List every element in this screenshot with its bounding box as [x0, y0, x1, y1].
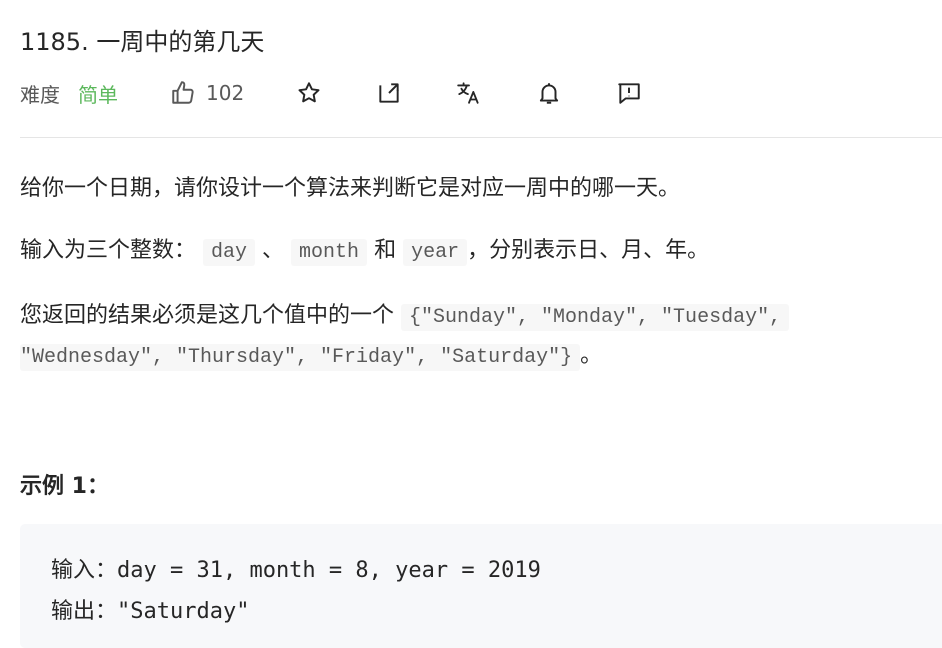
example-title: 示例 1： [20, 474, 109, 499]
p2-text: 输入为三个整数： [20, 238, 197, 263]
feedback-icon[interactable] [616, 80, 642, 106]
like-count: 102 [206, 81, 245, 105]
example-output: 输出："Saturday" [51, 599, 250, 624]
thumbs-up-icon [172, 81, 194, 104]
example-input: 输入：day = 31, month = 8, year = 2019 [51, 558, 541, 583]
difficulty-badge: 简单 [78, 82, 118, 107]
description-paragraph-1: 给你一个日期，请你设计一个算法来判断它是对应一周中的哪一天。 [20, 176, 681, 201]
code-values-line1: {"Sunday", "Monday", "Tuesday", [401, 304, 790, 331]
p3-suffix: 。 [580, 343, 603, 368]
code-day: day [203, 239, 256, 266]
difficulty-label: 难度 [20, 82, 60, 107]
problem-toolbar: 难度 简单 102 [20, 78, 642, 108]
share-icon[interactable] [376, 80, 402, 106]
example-code-block: 输入：day = 31, month = 8, year = 2019 输出："S… [20, 524, 942, 648]
code-year: year [403, 239, 468, 266]
translate-icon[interactable] [456, 80, 482, 106]
p3-text: 您返回的结果必须是这几个值中的一个 [20, 303, 395, 328]
code-values-line2: "Wednesday", "Thursday", "Friday", "Satu… [20, 344, 581, 371]
description-paragraph-3: 您返回的结果必须是这几个值中的一个 {"Sunday", "Monday", "… [20, 297, 790, 331]
p2-suffix: ，分别表示日、月、年。 [467, 238, 710, 263]
code-month: month [291, 239, 368, 266]
bell-icon[interactable] [536, 80, 562, 106]
star-icon[interactable] [296, 80, 322, 106]
problem-title: 1185. 一周中的第几天 [20, 28, 265, 56]
header-divider [20, 137, 942, 138]
separator: 、 [262, 238, 285, 263]
description-paragraph-2: 输入为三个整数： day 、 month 和 year ，分别表示日、月、年。 [20, 232, 710, 266]
separator: 和 [374, 238, 397, 263]
description-paragraph-3-cont: "Wednesday", "Thursday", "Friday", "Satu… [20, 337, 603, 371]
like-button[interactable]: 102 [170, 80, 244, 106]
